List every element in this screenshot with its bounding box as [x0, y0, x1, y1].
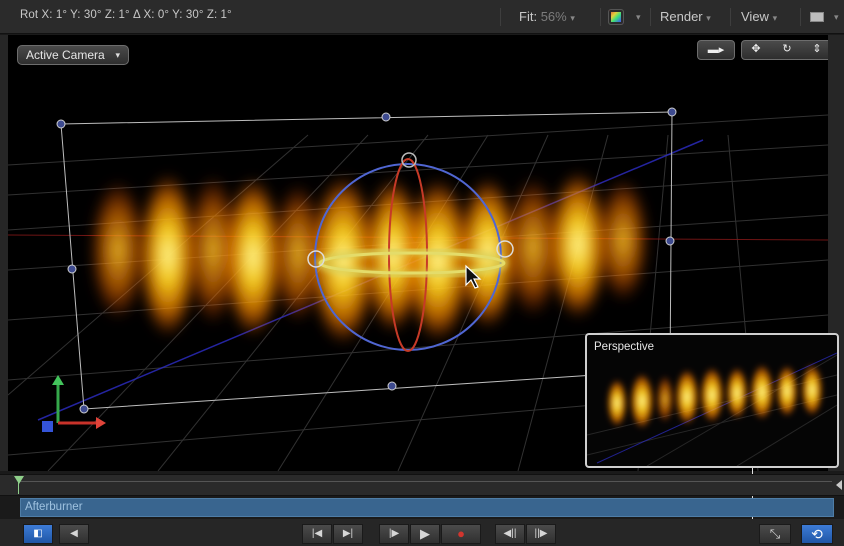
chevron-down-icon: ▾: [706, 13, 711, 23]
camera-menu-label: Active Camera: [26, 48, 105, 62]
chevron-down-icon: ▾: [570, 13, 575, 23]
mute-audio-button[interactable]: ◀: [59, 524, 89, 544]
pan-icon[interactable]: ✥: [741, 40, 771, 60]
go-to-end-button[interactable]: ▶|: [333, 524, 363, 544]
rotation-readout: Rot X: 1° Y: 30° Z: 1° Δ X: 0° Y: 30° Z:…: [20, 9, 232, 21]
inset-preview: [587, 352, 837, 466]
render-label: Render: [660, 9, 703, 24]
timeline-ruler: [20, 481, 832, 482]
camera-menu[interactable]: Active Camera ▾: [17, 45, 129, 65]
playhead-line: [18, 482, 19, 494]
timeline-track[interactable]: Afterburner: [20, 498, 834, 517]
separator: [500, 8, 501, 26]
axis-widget: [42, 375, 106, 432]
view-label: View: [741, 9, 769, 24]
play-from-start-button[interactable]: |▶: [379, 524, 409, 544]
mini-timeline[interactable]: [0, 474, 844, 496]
separator: [650, 8, 651, 26]
chevron-down-icon: ▾: [115, 50, 120, 60]
fire-particles: [90, 171, 649, 345]
fit-zoom-menu[interactable]: Fit: 56% ▾: [519, 9, 575, 24]
play-range-end-icon[interactable]: [836, 480, 842, 490]
chevron-down-icon: ▾: [772, 13, 778, 23]
record-button[interactable]: ●: [441, 524, 481, 544]
render-menu[interactable]: Render ▾: [660, 9, 711, 24]
previous-frame-button[interactable]: ◀||: [495, 524, 525, 544]
separator: [800, 8, 801, 26]
fit-label: Fit:: [519, 9, 538, 24]
separator: [730, 8, 731, 26]
play-button[interactable]: ▶: [410, 524, 440, 544]
chevron-down-icon[interactable]: ▾: [636, 12, 641, 23]
playhead-icon[interactable]: [14, 476, 24, 484]
track-label: Afterburner: [25, 501, 83, 513]
color-channels-icon[interactable]: [609, 10, 623, 24]
go-to-start-button[interactable]: |◀: [302, 524, 332, 544]
perspective-inset[interactable]: Perspective: [585, 333, 839, 468]
fit-value: 56%: [540, 9, 567, 24]
next-frame-button[interactable]: ||▶: [526, 524, 556, 544]
canvas-margin-left: [0, 35, 8, 471]
fullscreen-button[interactable]: ⤡: [759, 524, 791, 544]
dolly-icon[interactable]: ⇕: [803, 40, 828, 60]
loop-button[interactable]: ⟲: [801, 524, 833, 544]
view-layout-icon[interactable]: [810, 12, 824, 22]
camera-icon[interactable]: ▬▸: [697, 40, 735, 60]
canvas-status-bar: Rot X: 1° Y: 30° Z: 1° Δ X: 0° Y: 30° Z:…: [0, 0, 844, 34]
orbit-icon[interactable]: ↻: [773, 40, 801, 60]
view-menu[interactable]: View ▾: [741, 9, 777, 24]
toggle-layers-button[interactable]: ◧: [23, 524, 53, 544]
chevron-down-icon[interactable]: ▾: [834, 12, 839, 23]
separator: [600, 8, 601, 26]
